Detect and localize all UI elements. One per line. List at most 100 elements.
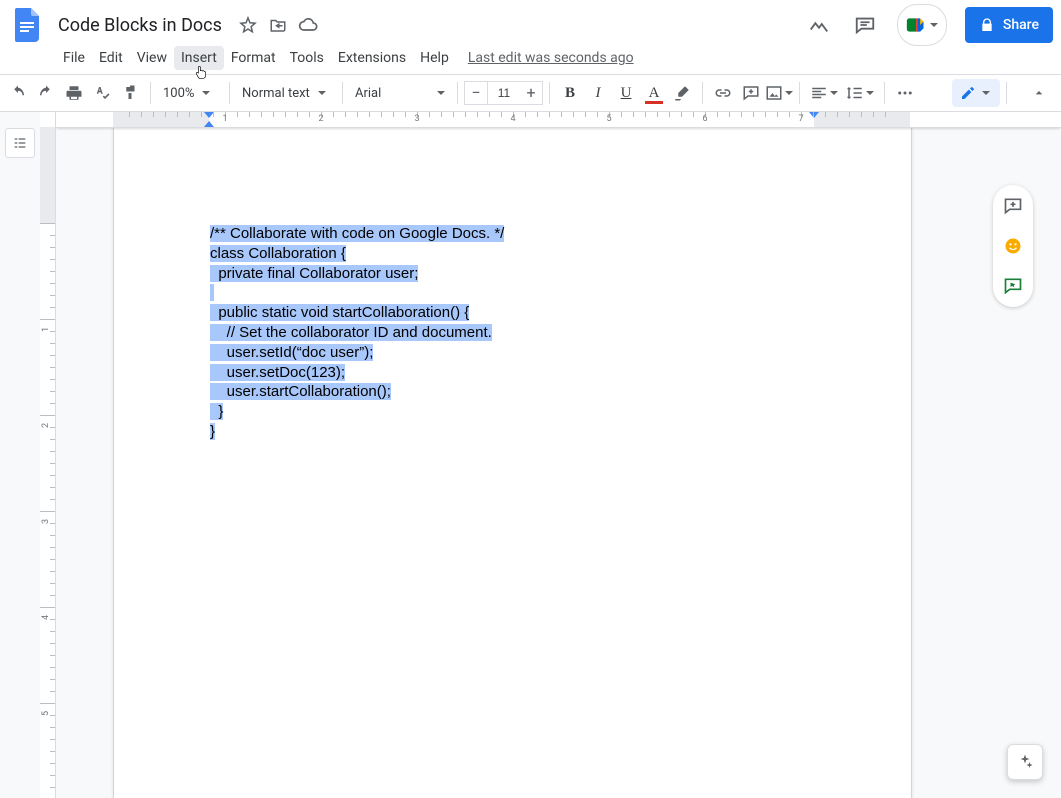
last-edit-link[interactable]: Last edit was seconds ago (468, 50, 634, 66)
chevron-down-icon (982, 91, 990, 95)
zoom-value: 100% (163, 86, 194, 101)
add-emoji-reaction-button[interactable] (1002, 235, 1024, 257)
more-tools-button[interactable] (891, 79, 919, 107)
header-actions: Share (805, 4, 1053, 46)
meet-button[interactable] (897, 4, 947, 46)
separator (884, 82, 885, 104)
code-line[interactable] (210, 283, 815, 303)
vertical-ruler[interactable]: 12345 (40, 112, 56, 798)
activity-dashboard-icon[interactable] (805, 11, 833, 39)
spellcheck-button[interactable] (88, 79, 116, 107)
zoom-select[interactable]: 100% (157, 80, 223, 106)
ruler-minor-tick (40, 775, 55, 776)
chevron-down-icon (437, 91, 445, 95)
code-line[interactable]: user.startCollaboration(); (210, 382, 815, 402)
ruler-minor-tick (40, 547, 55, 548)
left-indent-marker[interactable] (204, 121, 214, 127)
menu-edit[interactable]: Edit (92, 46, 130, 70)
font-size-decrease[interactable]: − (464, 81, 488, 105)
ruler-minor-tick (40, 595, 55, 596)
code-line[interactable]: class Collaboration { (210, 244, 815, 264)
ruler-minor-tick (40, 403, 55, 404)
star-icon[interactable] (238, 15, 258, 35)
ruler-minor-tick (40, 787, 55, 788)
share-button[interactable]: Share (965, 7, 1053, 43)
ruler-minor-tick (40, 235, 55, 236)
menu-view[interactable]: View (130, 46, 174, 70)
insert-image-button[interactable] (765, 79, 793, 107)
add-comment-rail-button[interactable] (1002, 195, 1024, 217)
ruler-minor-tick (40, 763, 55, 764)
ruler-tick: 3 (40, 511, 55, 512)
ruler-minor-tick (40, 487, 55, 488)
insert-link-button[interactable] (709, 79, 737, 107)
underline-button[interactable]: U (612, 79, 640, 107)
text-color-button[interactable]: A (640, 79, 668, 107)
line-spacing-button[interactable] (842, 79, 878, 107)
italic-button[interactable]: I (584, 79, 612, 107)
code-line[interactable]: // Set the collaborator ID and document. (210, 323, 815, 343)
ruler-left-margin (113, 112, 209, 127)
suggest-edits-button[interactable] (1002, 275, 1024, 297)
code-line[interactable]: } (210, 422, 815, 442)
chevron-down-icon (785, 91, 793, 95)
show-outline-button[interactable] (5, 128, 35, 158)
code-line[interactable]: public static void startCollaboration() … (210, 303, 815, 323)
menu-help[interactable]: Help (413, 46, 456, 70)
ruler-minor-tick (40, 619, 55, 620)
ruler-minor-tick (40, 247, 55, 248)
code-line[interactable]: private final Collaborator user; (210, 264, 815, 284)
highlight-color-button[interactable] (668, 79, 696, 107)
align-button[interactable] (806, 79, 842, 107)
code-line[interactable]: /** Collaborate with code on Google Docs… (210, 224, 815, 244)
document-page[interactable]: /** Collaborate with code on Google Docs… (113, 127, 912, 798)
code-line[interactable]: user.setId(“doc user”); (210, 343, 815, 363)
open-comments-icon[interactable] (851, 11, 879, 39)
paragraph-style-select[interactable]: Normal text (236, 80, 336, 106)
explore-button[interactable] (1007, 744, 1043, 780)
ruler-minor-tick (40, 571, 55, 572)
menu-format[interactable]: Format (224, 46, 283, 70)
chevron-down-icon (318, 91, 326, 95)
separator (549, 82, 550, 104)
ruler-minor-tick (40, 295, 55, 296)
font-size-input[interactable] (488, 81, 520, 105)
menu-insert-label: Insert (181, 50, 217, 66)
ruler-tick: 1 (40, 319, 55, 320)
right-indent-marker[interactable] (809, 112, 819, 118)
ruler-minor-tick (40, 259, 55, 260)
undo-button[interactable] (4, 79, 32, 107)
docs-logo[interactable] (8, 5, 48, 45)
redo-button[interactable] (32, 79, 60, 107)
paint-format-button[interactable] (116, 79, 144, 107)
ruler-tick: 5 (40, 703, 55, 704)
menu-file[interactable]: File (56, 46, 92, 70)
share-label: Share (1003, 17, 1039, 33)
move-icon[interactable] (268, 15, 288, 35)
code-line[interactable]: user.setDoc(123); (210, 363, 815, 383)
menu-extensions[interactable]: Extensions (331, 46, 413, 70)
document-title[interactable]: Code Blocks in Docs (52, 13, 228, 38)
editing-mode-button[interactable] (952, 79, 1000, 107)
collapse-header-button[interactable] (1025, 79, 1053, 107)
ruler-minor-tick (40, 439, 55, 440)
add-comment-button[interactable] (737, 79, 765, 107)
menu-tools[interactable]: Tools (283, 46, 331, 70)
menu-insert[interactable]: Insert (174, 46, 224, 70)
separator (229, 82, 230, 104)
ruler-minor-tick (40, 523, 55, 524)
ruler-minor-tick (40, 379, 55, 380)
toolbar: 100% Normal text Arial − + B I U A (0, 74, 1061, 112)
bold-button[interactable]: B (556, 79, 584, 107)
cloud-status-icon[interactable] (298, 15, 318, 35)
code-line[interactable]: } (210, 402, 815, 422)
page-scroll-area[interactable]: 1234567 /** Collaborate with code on Goo… (56, 112, 1061, 798)
ruler-right-margin (814, 112, 910, 127)
font-select[interactable]: Arial (349, 80, 451, 106)
ruler-minor-tick (40, 751, 55, 752)
outline-gutter (0, 112, 40, 798)
horizontal-ruler[interactable]: 1234567 (56, 112, 1061, 128)
document-content[interactable]: /** Collaborate with code on Google Docs… (114, 128, 911, 538)
print-button[interactable] (60, 79, 88, 107)
font-size-increase[interactable]: + (520, 81, 543, 105)
